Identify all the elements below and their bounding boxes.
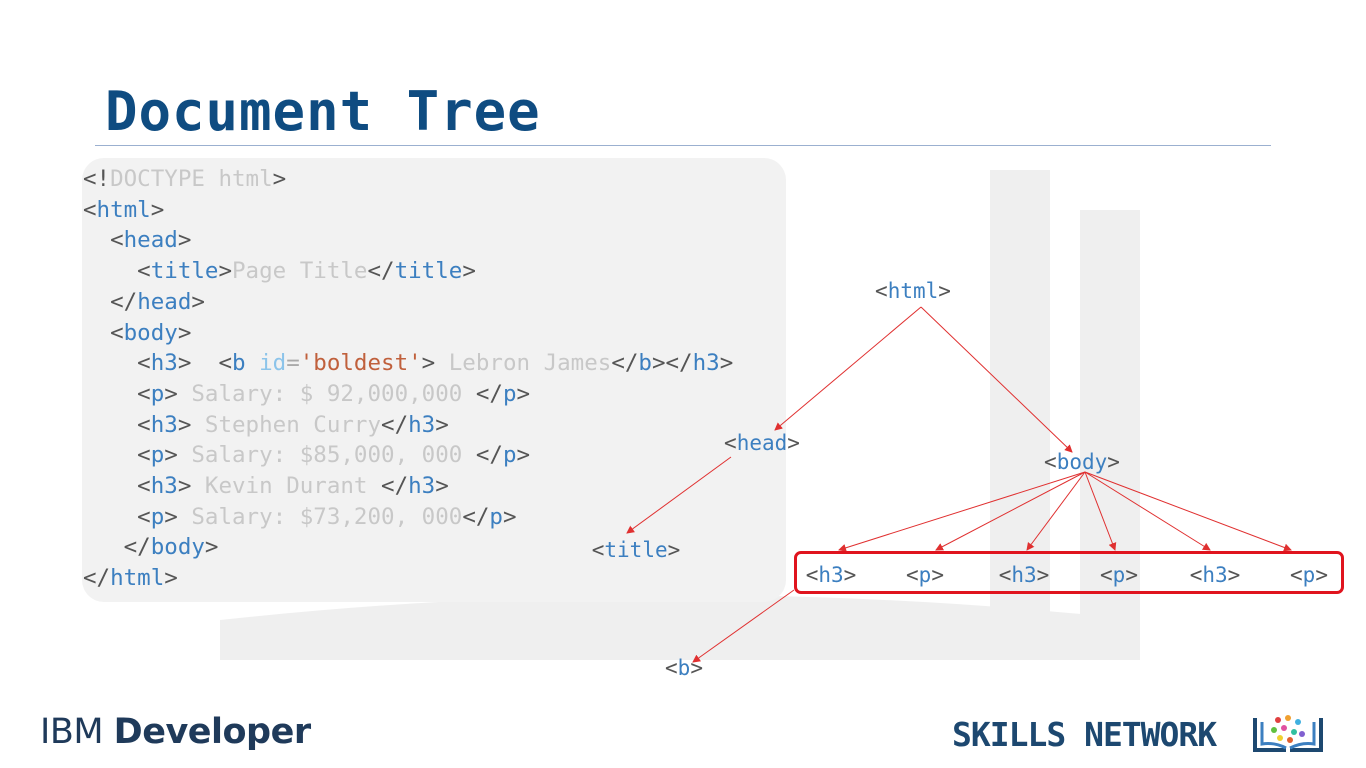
ibm-developer-logo: IBM Developer [40, 712, 311, 752]
edge-head-title [626, 456, 732, 534]
node-p: <p> [1290, 563, 1328, 587]
edge-body-p [935, 471, 1086, 551]
node-head: <head> [724, 431, 800, 455]
node-p: <p> [1100, 563, 1138, 587]
edge-body-h3 [1026, 471, 1086, 551]
skills-network-book-icon [1253, 715, 1323, 752]
node-p: <p> [906, 563, 944, 587]
body-children-highlight [794, 551, 1344, 594]
edge-h3-b [692, 589, 795, 663]
edge-body-h3 [1084, 471, 1211, 551]
edge-html-head [774, 306, 922, 431]
node-title: <title> [591, 538, 681, 562]
tree-edges [626, 306, 1292, 663]
node-h3: <h3> [998, 563, 1050, 587]
node-b: <b> [665, 656, 703, 680]
node-h3: <h3> [805, 563, 857, 587]
edge-body-p [1084, 471, 1292, 552]
skills-network-logo-text: SKILLS NETWORK [952, 715, 1217, 754]
edge-body-p [1084, 471, 1117, 551]
node-body: <body> [1044, 450, 1120, 474]
edge-body-h3 [838, 471, 1086, 552]
node-html: <html> [875, 279, 951, 303]
edge-html-body [920, 306, 1073, 453]
node-h3: <h3> [1189, 563, 1241, 587]
